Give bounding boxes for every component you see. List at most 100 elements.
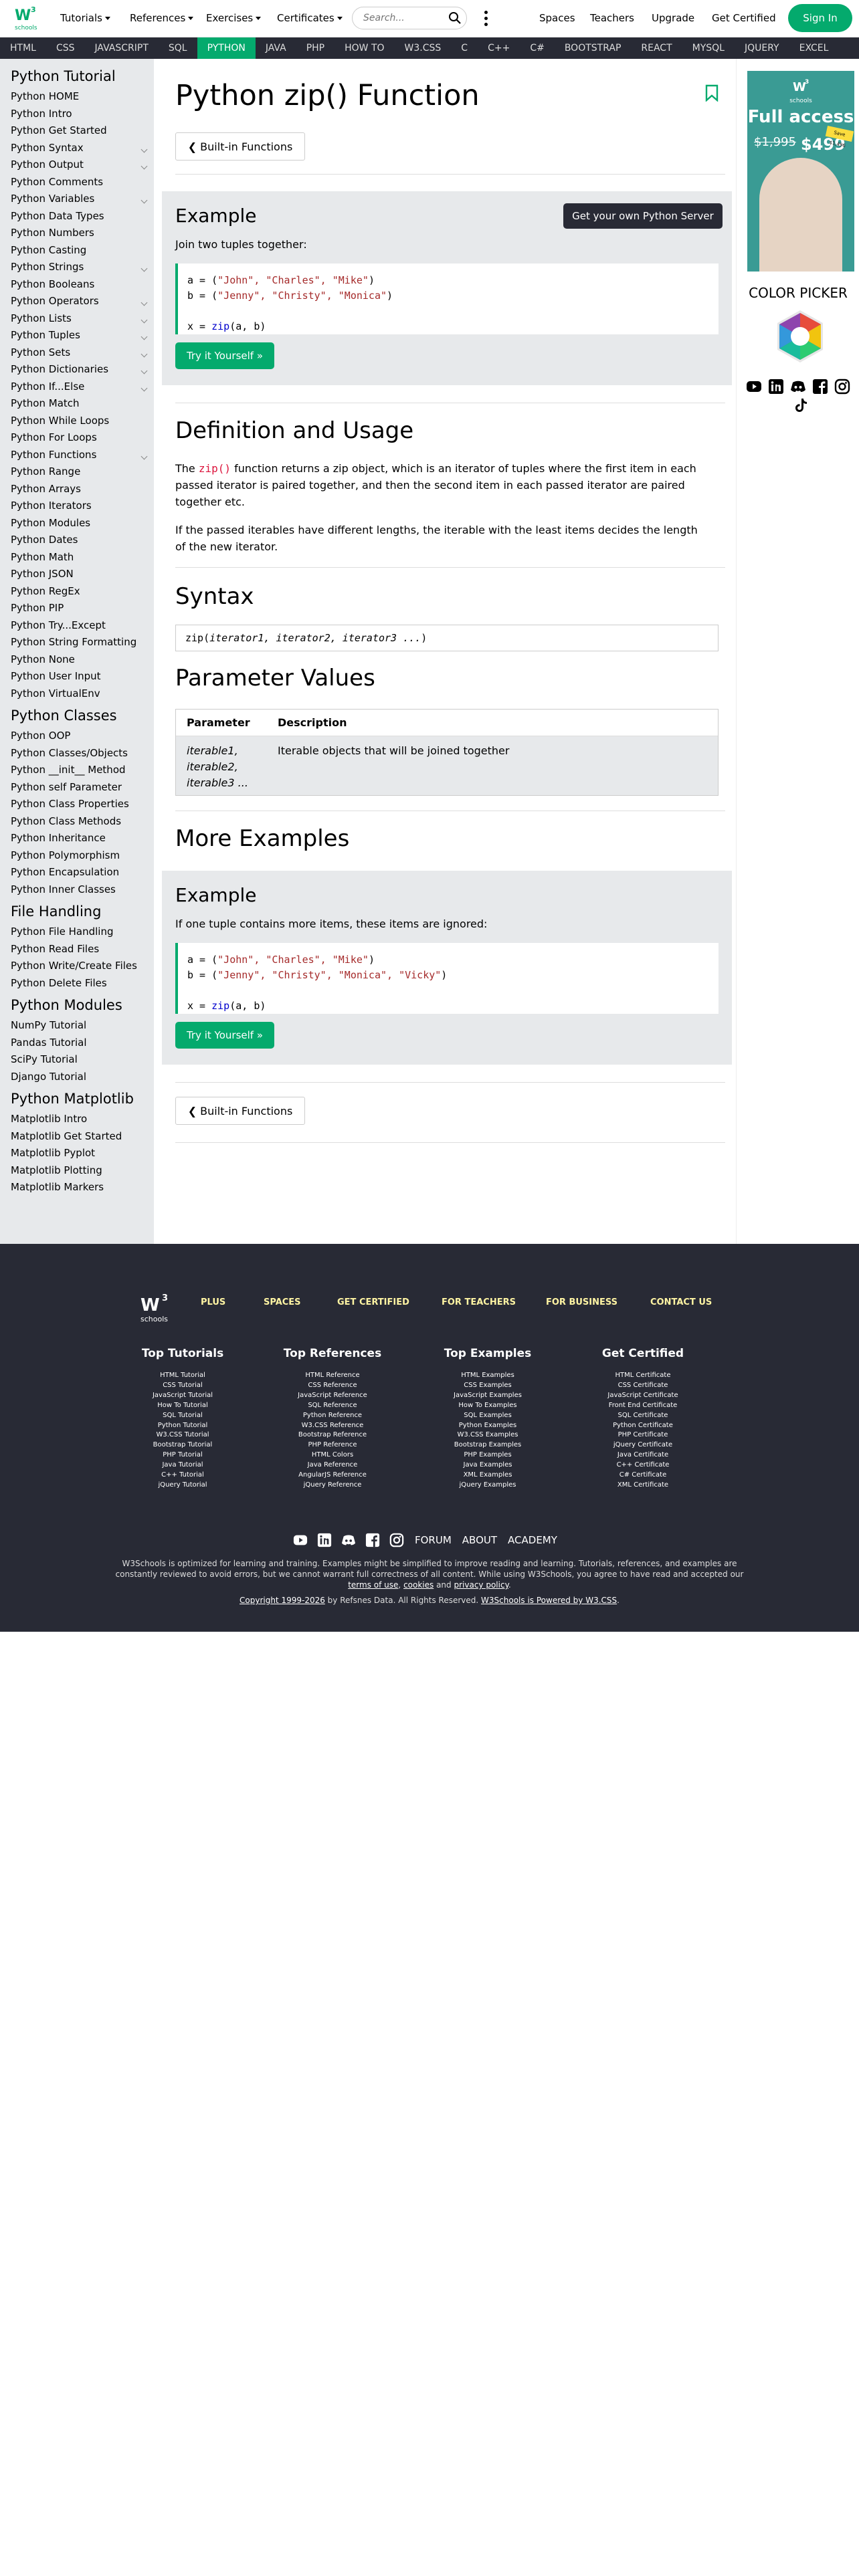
sidebar-item[interactable]: Python Range xyxy=(11,463,154,481)
footer-link[interactable]: CSS Examples xyxy=(417,1381,558,1391)
sidebar-item[interactable]: Python Tuples xyxy=(11,327,154,344)
lang-tab-c++[interactable]: C++ xyxy=(478,37,520,59)
sidebar-item[interactable]: Python __init__ Method xyxy=(11,762,154,779)
sidebar-item[interactable]: Python Class Methods xyxy=(11,813,154,831)
lang-tab-css[interactable]: CSS xyxy=(46,37,85,59)
footer-link[interactable]: PHP Examples xyxy=(417,1451,558,1461)
try-it-yourself-button[interactable]: Try it Yourself » xyxy=(175,342,274,369)
lang-tab-sql[interactable]: SQL xyxy=(159,37,197,59)
footer-link[interactable]: Java Certificate xyxy=(573,1451,713,1461)
sidebar-item[interactable]: Python PIP xyxy=(11,600,154,617)
footer-link[interactable]: PHP Reference xyxy=(262,1440,403,1451)
powered-by-link[interactable]: W3Schools is Powered by W3.CSS xyxy=(481,1596,617,1605)
menu-tutorials[interactable]: Tutorials xyxy=(60,12,110,24)
footer-link[interactable]: Python Examples xyxy=(417,1421,558,1431)
sidebar-item[interactable]: Python Polymorphism xyxy=(11,847,154,865)
footer-link[interactable]: W3.CSS Reference xyxy=(262,1421,403,1431)
back-built-in-functions-button[interactable]: ❮ Built-in Functions xyxy=(175,1097,305,1125)
sidebar-item[interactable]: Python Intro xyxy=(11,106,154,123)
sidebar-item[interactable]: Python Read Files xyxy=(11,941,154,958)
color-picker-title[interactable]: COLOR PICKER xyxy=(737,285,859,301)
footer-link[interactable]: JavaScript Reference xyxy=(262,1391,403,1401)
sidebar-item[interactable]: Python Output xyxy=(11,156,154,174)
w3schools-logo[interactable]: W 3 schools xyxy=(11,3,40,32)
footer-link[interactable]: SQL Tutorial xyxy=(112,1411,253,1421)
lang-tab-php[interactable]: PHP xyxy=(296,37,335,59)
nav-get-certified[interactable]: Get Certified xyxy=(712,12,776,24)
footer-link[interactable]: SQL Certificate xyxy=(573,1411,713,1421)
footer-nav-spaces[interactable]: SPACES xyxy=(264,1297,301,1307)
sidebar-item[interactable]: Python Numbers xyxy=(11,225,154,242)
lang-tab-bootstrap[interactable]: BOOTSTRAP xyxy=(555,37,632,59)
footer-link[interactable]: Python Tutorial xyxy=(112,1421,253,1431)
lang-tab-react[interactable]: REACT xyxy=(631,37,682,59)
chevron-down-icon[interactable] xyxy=(140,197,148,204)
lang-tab-jquery[interactable]: JQUERY xyxy=(735,37,789,59)
w3schools-footer-logo[interactable]: W 3 schools xyxy=(139,1291,175,1324)
chevron-down-icon[interactable] xyxy=(140,350,148,357)
footer-link[interactable]: SQL Reference xyxy=(262,1401,403,1411)
sidebar-item[interactable]: Python Delete Files xyxy=(11,975,154,992)
footer-link[interactable]: Bootstrap Reference xyxy=(262,1430,403,1440)
sidebar-item[interactable]: Python Try...Except xyxy=(11,617,154,635)
color-picker-icon[interactable] xyxy=(773,309,828,364)
footer-link[interactable]: SQL Examples xyxy=(417,1411,558,1421)
footer-link[interactable]: HTML Colors xyxy=(262,1451,403,1461)
sidebar-item[interactable]: Python Classes/Objects xyxy=(11,745,154,762)
menu-exercises[interactable]: Exercises xyxy=(206,12,262,24)
footer-link[interactable]: W3.CSS Examples xyxy=(417,1430,558,1440)
footer-link[interactable]: W3.CSS Tutorial xyxy=(112,1430,253,1440)
instagram-icon[interactable] xyxy=(834,379,850,395)
lang-tab-c[interactable]: C xyxy=(451,37,478,59)
facebook-icon[interactable] xyxy=(812,379,828,395)
sidebar-item[interactable]: SciPy Tutorial xyxy=(11,1051,154,1069)
sidebar-item[interactable]: Python VirtualEnv xyxy=(11,685,154,703)
sign-in-button[interactable]: Sign In xyxy=(788,4,852,32)
footer-link[interactable]: JavaScript Tutorial xyxy=(112,1391,253,1401)
footer-link[interactable]: jQuery Examples xyxy=(417,1481,558,1491)
bookmark-icon[interactable] xyxy=(705,84,719,102)
sidebar-item[interactable]: Django Tutorial xyxy=(11,1069,154,1086)
search-icon[interactable] xyxy=(448,11,462,25)
footer-link[interactable]: jQuery Certificate xyxy=(573,1440,713,1451)
footer-link[interactable]: JavaScript Certificate xyxy=(573,1391,713,1401)
footer-link[interactable]: HTML Tutorial xyxy=(112,1371,253,1381)
sidebar-item[interactable]: Pandas Tutorial xyxy=(11,1035,154,1052)
sidebar-item[interactable]: Python Inner Classes xyxy=(11,881,154,899)
footer-link[interactable]: PHP Tutorial xyxy=(112,1451,253,1461)
linkedin-icon[interactable] xyxy=(768,379,784,395)
footer-nav-get-certified[interactable]: GET CERTIFIED xyxy=(337,1297,409,1307)
sidebar-item[interactable]: Matplotlib Markers xyxy=(11,1179,154,1196)
footer-link[interactable]: C# Certificate xyxy=(573,1471,713,1481)
sidebar-item[interactable]: Python User Input xyxy=(11,668,154,685)
sidebar-item[interactable]: Matplotlib Intro xyxy=(11,1111,154,1128)
facebook-icon[interactable] xyxy=(365,1533,380,1547)
footer-link[interactable]: Bootstrap Tutorial xyxy=(112,1440,253,1451)
chevron-down-icon[interactable] xyxy=(140,146,148,152)
back-built-in-functions-button[interactable]: ❮ Built-in Functions xyxy=(175,132,305,160)
sidebar-item[interactable]: Python Functions xyxy=(11,447,154,464)
footer-link[interactable]: HTML Examples xyxy=(417,1371,558,1381)
lang-tab-python[interactable]: PYTHON xyxy=(197,37,256,59)
sidebar-item[interactable]: Matplotlib Plotting xyxy=(11,1162,154,1180)
footer-link[interactable]: C++ Tutorial xyxy=(112,1471,253,1481)
sidebar-item[interactable]: Python Operators xyxy=(11,293,154,310)
sidebar-item[interactable]: Python Syntax xyxy=(11,140,154,157)
chevron-down-icon[interactable] xyxy=(140,316,148,323)
youtube-icon[interactable] xyxy=(746,379,762,395)
footer-link[interactable]: Front End Certificate xyxy=(573,1401,713,1411)
sidebar-item[interactable]: Python RegEx xyxy=(11,583,154,601)
get-python-server-button[interactable]: Get your own Python Server xyxy=(563,203,723,229)
discord-icon[interactable] xyxy=(790,379,806,395)
footer-link[interactable]: XML Certificate xyxy=(573,1481,713,1491)
nav-teachers[interactable]: Teachers xyxy=(590,12,634,24)
footer-link[interactable]: PHP Certificate xyxy=(573,1430,713,1440)
footer-link[interactable]: Python Certificate xyxy=(573,1421,713,1431)
footer-nav-for-teachers[interactable]: FOR TEACHERS xyxy=(442,1297,516,1307)
copyright-link[interactable]: Copyright 1999-2026 xyxy=(240,1596,325,1605)
sidebar-item[interactable]: Python String Formatting xyxy=(11,634,154,651)
footer-link[interactable]: Python Reference xyxy=(262,1411,403,1421)
chevron-down-icon[interactable] xyxy=(140,299,148,306)
chevron-down-icon[interactable] xyxy=(140,333,148,340)
sidebar-item[interactable]: Python Arrays xyxy=(11,481,154,498)
